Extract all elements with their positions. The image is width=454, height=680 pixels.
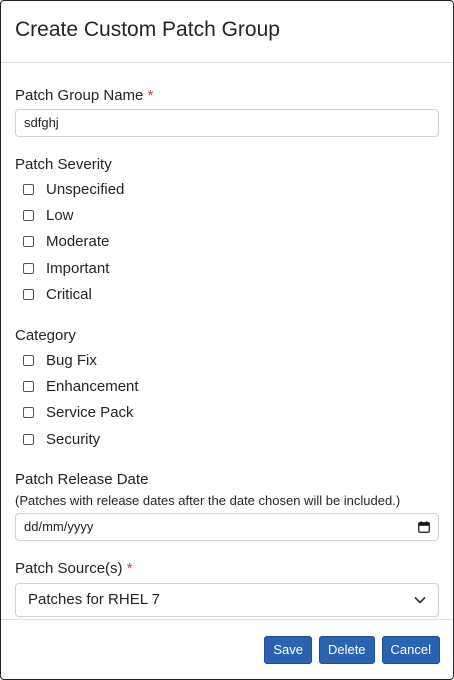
- checkbox[interactable]: [23, 381, 34, 393]
- source-label: Patch Source(s) *: [15, 560, 439, 578]
- category-option-security[interactable]: Security: [15, 426, 439, 452]
- checkbox-label: Important: [46, 259, 110, 277]
- checkbox[interactable]: [23, 354, 34, 366]
- severity-option-unspecified[interactable]: Unspecified: [15, 176, 439, 202]
- group-name-input[interactable]: sdfghj: [15, 109, 439, 137]
- required-mark: *: [147, 87, 154, 104]
- checkbox-label: Security: [46, 430, 101, 448]
- checkbox[interactable]: [23, 210, 34, 222]
- release-date-input[interactable]: dd/mm/yyyy: [15, 512, 439, 541]
- required-mark: *: [126, 559, 133, 577]
- severity-option-important[interactable]: Important: [15, 255, 439, 281]
- severity-section: Patch Severity Unspecified Low Moderate …: [15, 156, 439, 308]
- checkbox-label: Service Pack: [46, 404, 134, 422]
- group-name-label: Patch Group Name *: [15, 87, 439, 105]
- checkbox[interactable]: [23, 183, 34, 195]
- category-option-bug-fix[interactable]: Bug Fix: [15, 347, 439, 373]
- release-date-section: Patch Release Date (Patches with release…: [15, 471, 439, 541]
- checkbox-label: Moderate: [46, 233, 110, 251]
- category-option-enhancement[interactable]: Enhancement: [15, 373, 439, 399]
- checkbox-label: Unspecified: [46, 180, 125, 198]
- calendar-icon[interactable]: [418, 520, 430, 533]
- checkbox-label: Low: [46, 207, 74, 225]
- source-select[interactable]: Patches for RHEL 7: [15, 582, 439, 617]
- checkbox[interactable]: [23, 236, 34, 248]
- category-option-service-pack[interactable]: Service Pack: [15, 400, 439, 426]
- severity-option-critical[interactable]: Critical: [15, 282, 439, 308]
- group-name-field: Patch Group Name * sdfghj: [15, 87, 439, 137]
- modal-title: Create Custom Patch Group: [15, 18, 280, 41]
- checkbox[interactable]: [23, 289, 34, 301]
- source-selected-value: Patches for RHEL 7: [28, 591, 161, 609]
- release-date-label: Patch Release Date: [15, 470, 149, 488]
- severity-option-moderate[interactable]: Moderate: [15, 229, 439, 255]
- source-section: Patch Source(s) * Patches for RHEL 7: [15, 560, 439, 617]
- checkbox-label: Bug Fix: [46, 351, 97, 369]
- group-name-label-text: Patch Group Name: [15, 87, 144, 104]
- checkbox[interactable]: [23, 262, 34, 274]
- release-date-hint: (Patches with release dates after the da…: [15, 492, 401, 508]
- severity-label: Patch Severity: [15, 156, 112, 173]
- create-patch-group-modal: Create Custom Patch Group Patch Group Na…: [0, 0, 454, 680]
- checkbox-label: Critical: [46, 286, 92, 304]
- source-label-text: Patch Source(s): [15, 559, 123, 577]
- group-name-value: sdfghj: [24, 115, 59, 130]
- checkbox-label: Enhancement: [46, 378, 139, 396]
- modal-footer: Save Delete Cancel: [1, 619, 453, 679]
- save-button[interactable]: Save: [264, 635, 312, 664]
- modal-header: Create Custom Patch Group: [1, 1, 453, 63]
- checkbox[interactable]: [23, 407, 34, 419]
- delete-button[interactable]: Delete: [318, 635, 375, 664]
- checkbox[interactable]: [23, 433, 34, 445]
- modal-body: Patch Group Name * sdfghj Patch Severity…: [1, 63, 453, 617]
- category-label: Category: [15, 326, 76, 344]
- severity-option-low[interactable]: Low: [15, 202, 439, 228]
- category-section: Category Bug Fix Enhancement Service Pac…: [15, 327, 439, 453]
- chevron-down-icon: [414, 596, 426, 604]
- release-date-placeholder: dd/mm/yyyy: [24, 518, 94, 534]
- cancel-button[interactable]: Cancel: [381, 635, 440, 664]
